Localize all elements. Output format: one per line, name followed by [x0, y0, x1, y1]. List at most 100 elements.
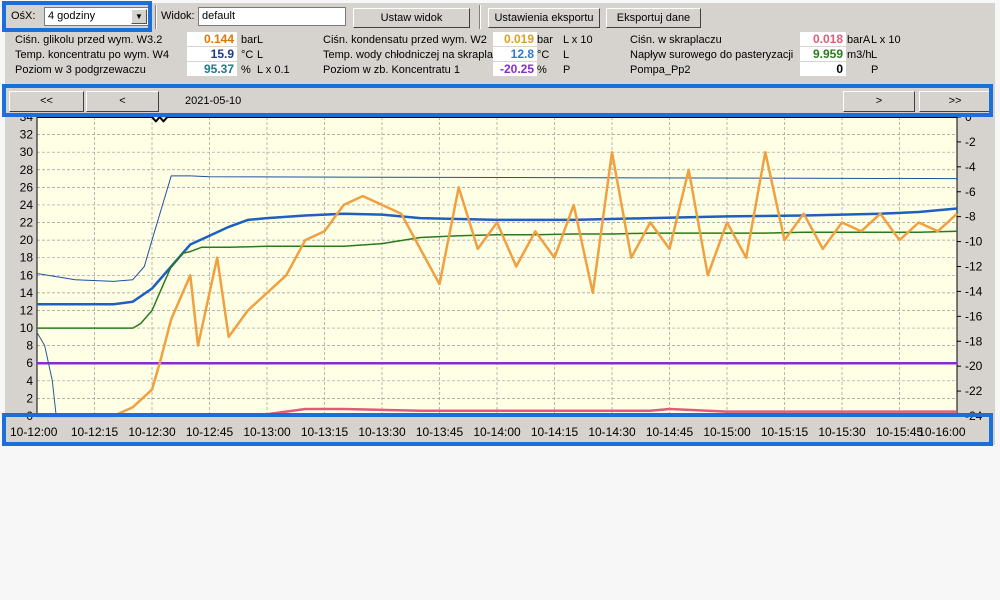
x-tick-label: 10-16:00: [918, 425, 966, 439]
last-page-button[interactable]: >>: [919, 91, 991, 112]
y-right-tick-label: -16: [965, 309, 983, 323]
value-readout: 15.9: [187, 47, 237, 61]
x-axis: 10-12:00 10-12:15 10-12:30 10-12:45 10-13:00…: [5, 420, 995, 445]
y-left-tick-label: 28: [20, 163, 34, 177]
value-readout: 0.019: [493, 32, 537, 46]
value-scale: L x 10: [563, 34, 593, 46]
value-label: Ciśn. glikolu przed wym. W3.2: [15, 34, 163, 46]
y-left-tick-label: 4: [26, 374, 33, 388]
value-label: Poziom w 3 podgrzewaczu: [15, 64, 146, 76]
set-view-button[interactable]: Ustaw widok: [353, 8, 470, 28]
x-tick-label: 10-12:30: [128, 425, 176, 439]
value-scale: L: [563, 49, 570, 61]
x-tick-label: 10-15:15: [760, 425, 809, 439]
y-left-tick-label: 2: [26, 391, 33, 405]
x-tick-label: 10-13:45: [415, 425, 464, 439]
y-left-tick-label: 30: [20, 145, 34, 159]
live-values-panel: Ciśn. glikolu przed wym. W3.2 0.144 bar L Te…: [5, 31, 995, 85]
y-right-tick-label: 0: [965, 113, 972, 124]
value-readout: 0.018: [800, 32, 846, 46]
y-left-tick-label: 14: [20, 286, 34, 300]
toolbar-separator: [155, 5, 157, 29]
value-label: Ciśn. w skraplaczu: [630, 34, 722, 46]
value-label: Temp. wody chłodniczej na skraplacz: [323, 49, 504, 61]
first-page-button[interactable]: <<: [9, 91, 84, 112]
y-left-tick-label: 32: [20, 128, 34, 142]
y-left-tick-label: 20: [20, 233, 34, 247]
y-right-tick-label: -18: [965, 334, 983, 348]
y-right-tick-label: -20: [965, 359, 983, 373]
y-left-tick-label: 10: [20, 321, 34, 335]
value-scale: P: [563, 64, 571, 76]
export-data-button[interactable]: Eksportuj dane: [606, 8, 701, 28]
x-tick-label: 10-15:30: [818, 425, 866, 439]
x-tick-label: 10-14:30: [588, 425, 636, 439]
value-unit: bar: [241, 34, 257, 46]
plot-area: [37, 117, 957, 416]
y-left-tick-label: 34: [20, 113, 34, 124]
next-button[interactable]: >: [843, 91, 915, 112]
value-readout: -20.25: [493, 62, 537, 76]
y-left-tick-label: 22: [20, 216, 34, 230]
value-unit: °C: [241, 49, 254, 61]
value-label: Ciśn. kondensatu przed wym. W2: [323, 34, 487, 46]
y-left-tick-label: 0: [26, 409, 33, 420]
x-tick-label: 10-12:15: [70, 425, 119, 439]
value-scale: L: [257, 49, 264, 61]
y-left-tick-label: 12: [20, 303, 34, 317]
value-readout: 9.959: [800, 47, 846, 61]
x-tick-label: 10-14:00: [473, 425, 521, 439]
y-left-tick-label: 24: [20, 198, 34, 212]
previous-button[interactable]: <: [86, 91, 159, 112]
x-tick-label: 10-13:00: [243, 425, 291, 439]
y-left-tick-label: 8: [26, 339, 33, 353]
value-unit: %: [537, 64, 547, 76]
y-right-tick-label: -4: [965, 160, 976, 174]
value-scale: L: [871, 49, 878, 61]
value-label: Temp. koncentratu po wym. W4: [15, 49, 170, 61]
value-unit: barA: [847, 34, 871, 46]
toolbar-separator: [479, 5, 481, 29]
view-name-input[interactable]: default: [198, 7, 346, 26]
x-tick-label: 10-15:45: [875, 425, 924, 439]
date-navigation: << < 2021-05-10 > >>: [5, 91, 995, 113]
x-tick-label: 10-13:15: [300, 425, 349, 439]
value-unit: bar: [537, 34, 553, 46]
y-left-tick-label: 16: [20, 268, 34, 282]
value-unit: %: [241, 64, 251, 76]
value-label: Poziom w zb. Koncentratu 1: [323, 64, 460, 76]
value-readout: 0.144: [187, 32, 237, 46]
y-left-tick-label: 18: [20, 251, 34, 265]
view-label: Widok:: [161, 10, 195, 22]
x-tick-label: 10-12:00: [10, 425, 58, 439]
value-readout: 12.8: [493, 47, 537, 61]
y-right-tick-label: -10: [965, 235, 983, 249]
y-right-tick-label: -24: [965, 409, 983, 420]
y-right-tick-label: -8: [965, 210, 976, 224]
chevron-down-icon[interactable]: ▼: [131, 9, 147, 24]
x-tick-label: 10-15:00: [703, 425, 751, 439]
x-tick-label: 10-12:45: [185, 425, 234, 439]
value-label: Pompa_Pp2: [630, 64, 691, 76]
x-tick-label: 10-14:15: [530, 425, 579, 439]
y-left-tick-label: 6: [26, 356, 33, 370]
x-axis-range-select[interactable]: 4 godziny ▼: [44, 7, 149, 26]
value-scale: P: [871, 64, 879, 76]
y-right-tick-label: -22: [965, 384, 983, 398]
value-unit: m3/h: [847, 49, 872, 61]
y-right-tick-label: -6: [965, 185, 976, 199]
value-readout: 95.37: [187, 62, 237, 76]
x-tick-label: 10-14:45: [645, 425, 694, 439]
value-scale: L x 10: [871, 34, 901, 46]
value-readout: 0: [800, 62, 846, 76]
trend-chart[interactable]: 0246810121416182022242628303234 0-2-4-6-8…: [5, 113, 995, 420]
toolbar: OśX: 4 godziny ▼ Widok: default Ustaw wi…: [5, 3, 995, 29]
value-label: Napływ surowego do pasteryzacji: [630, 49, 794, 61]
value-unit: °C: [537, 49, 550, 61]
export-settings-button[interactable]: Ustawienia eksportu: [488, 8, 600, 28]
y-right-tick-label: -14: [965, 284, 983, 298]
current-date: 2021-05-10: [185, 95, 242, 107]
y-left-tick-label: 26: [20, 180, 34, 194]
x-axis-range-label: OśX:: [11, 10, 36, 22]
value-scale: L x 0.1: [257, 64, 290, 76]
